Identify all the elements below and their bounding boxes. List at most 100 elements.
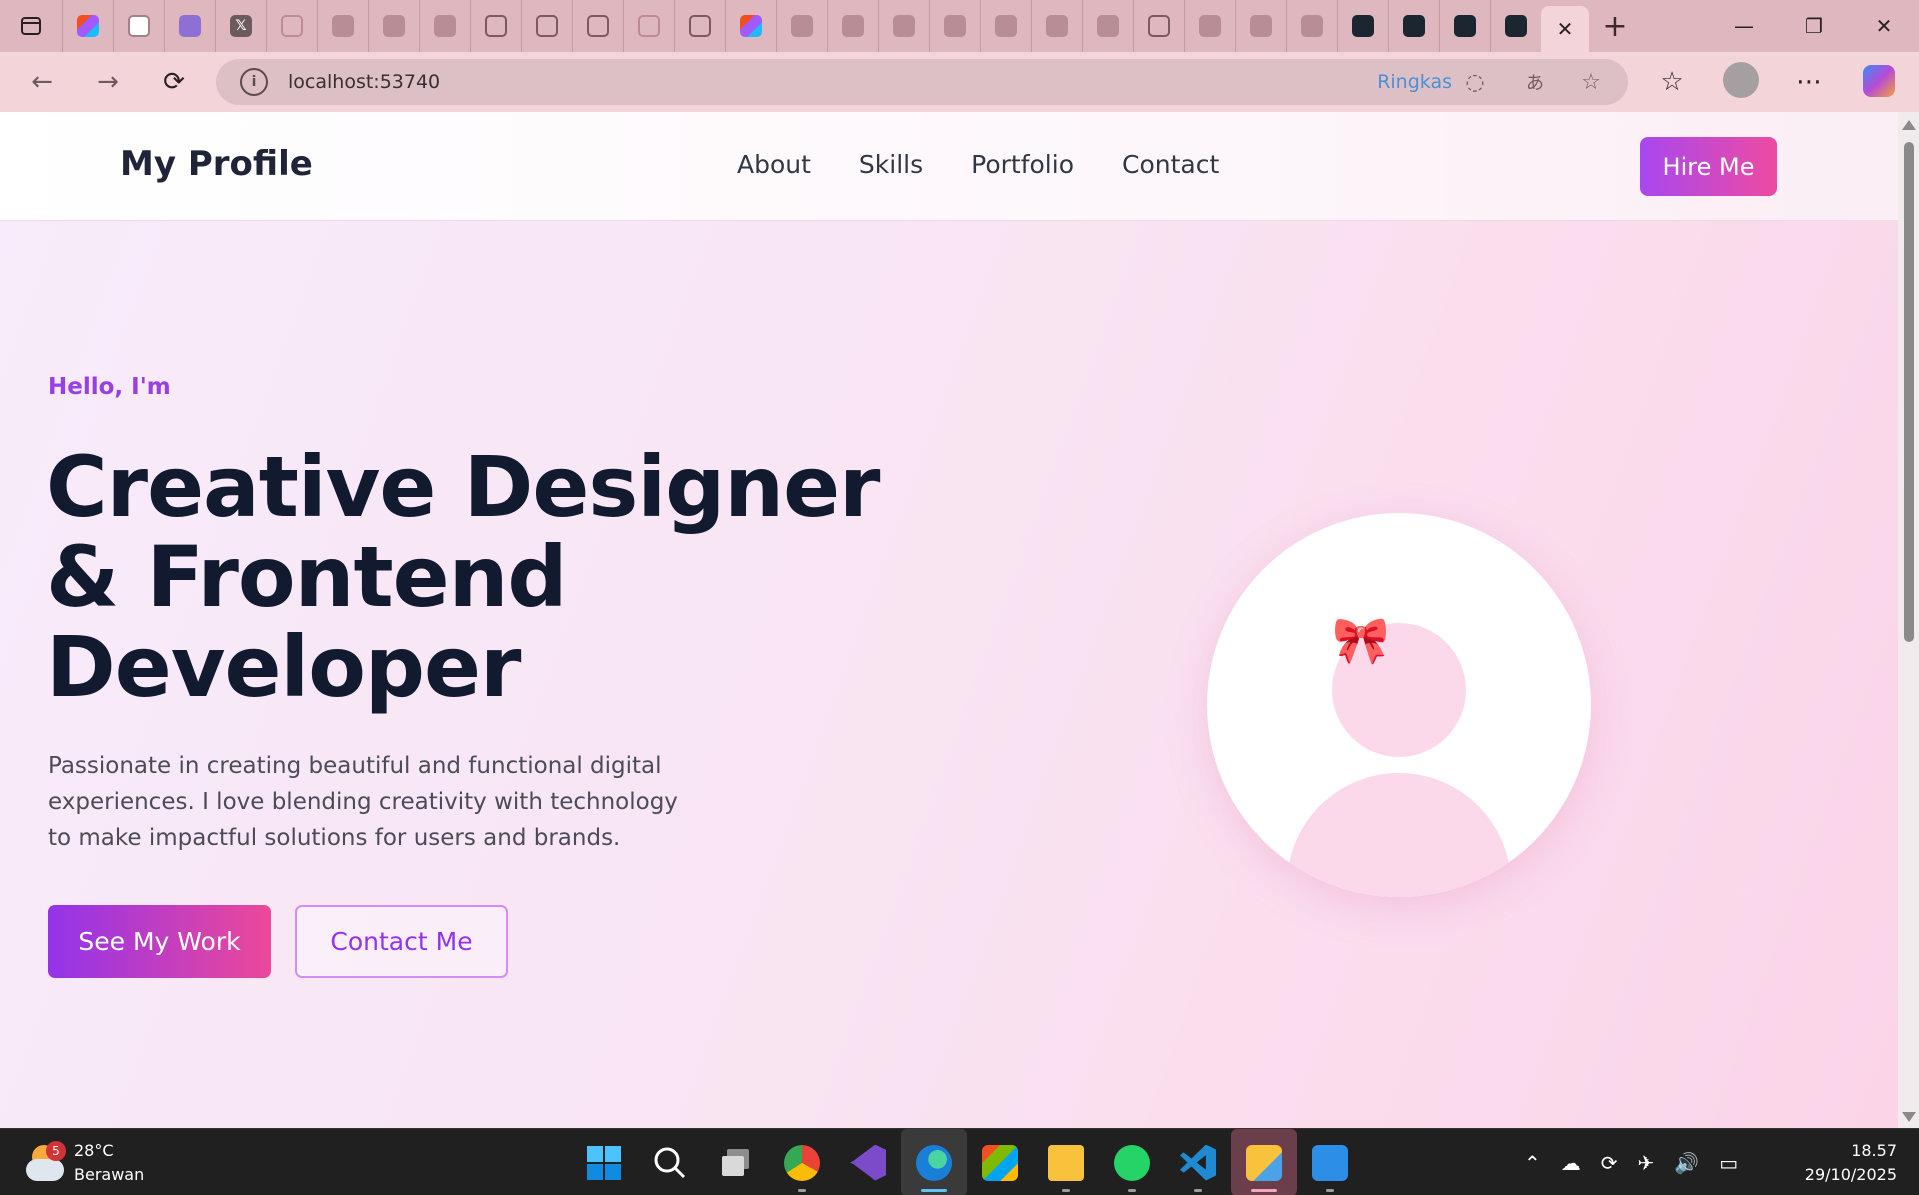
address-bar[interactable]: i localhost:53740 Ringkas ◌ あ ☆: [216, 59, 1628, 105]
sync-icon[interactable]: ⟳: [1601, 1151, 1618, 1175]
url-text: localhost:53740: [288, 71, 441, 93]
airplane-mode-icon[interactable]: ✈: [1638, 1151, 1655, 1175]
new-tab-button[interactable]: +: [1589, 0, 1641, 52]
nav-link-about[interactable]: About: [737, 150, 811, 179]
nav-link-portfolio[interactable]: Portfolio: [971, 150, 1074, 179]
browser-tab[interactable]: [1235, 0, 1286, 52]
browser-tab[interactable]: [572, 0, 623, 52]
page-scrollbar[interactable]: [1898, 112, 1919, 1128]
clock-time: 18.57: [1851, 1141, 1897, 1160]
translate-icon[interactable]: あ: [1522, 69, 1548, 95]
taskbar-store[interactable]: [967, 1129, 1033, 1195]
globe-icon: [1148, 15, 1170, 37]
taskbar-whatsapp[interactable]: [1099, 1129, 1165, 1195]
browser-tab[interactable]: [725, 0, 776, 52]
avatar-body: [1287, 773, 1511, 897]
browser-tab[interactable]: [317, 0, 368, 52]
browser-tab[interactable]: [1337, 0, 1388, 52]
browser-tab[interactable]: [113, 0, 164, 52]
browser-tab[interactable]: [1082, 0, 1133, 52]
site-brand[interactable]: My Profile: [120, 144, 313, 184]
reload-button[interactable]: ⟳: [152, 60, 196, 104]
favorites-icon[interactable]: ☆: [1650, 60, 1694, 104]
taskbar-apps: [571, 1129, 1363, 1195]
close-tab-icon[interactable]: ✕: [1557, 17, 1574, 41]
browser-tab[interactable]: [1031, 0, 1082, 52]
browser-tab[interactable]: [1184, 0, 1235, 52]
taskbar-visual-studio[interactable]: [835, 1129, 901, 1195]
nav-link-contact[interactable]: Contact: [1122, 150, 1219, 179]
browser-tab[interactable]: [1286, 0, 1337, 52]
back-button[interactable]: ←: [20, 60, 64, 104]
taskbar-edge[interactable]: [901, 1129, 967, 1195]
tab-active[interactable]: ✕: [1541, 6, 1589, 52]
site-info-icon[interactable]: i: [240, 68, 268, 96]
browser-tab[interactable]: 𝕏: [215, 0, 266, 52]
profile-avatar-icon[interactable]: [1723, 62, 1759, 98]
forward-button[interactable]: →: [86, 60, 130, 104]
tab-actions-button[interactable]: [0, 0, 62, 52]
volume-icon[interactable]: 🔊: [1674, 1151, 1699, 1175]
scroll-up-icon[interactable]: [1902, 120, 1916, 130]
taskbar-clock[interactable]: 18.57 29/10/2025: [1805, 1139, 1897, 1187]
browser-tab[interactable]: [623, 0, 674, 52]
browser-tab[interactable]: [62, 0, 113, 52]
scroll-down-icon[interactable]: [1902, 1112, 1916, 1122]
contact-me-button[interactable]: Contact Me: [295, 905, 508, 978]
battery-icon[interactable]: ▭: [1719, 1151, 1738, 1175]
browser-tab[interactable]: [929, 0, 980, 52]
weather-condition: Berawan: [74, 1165, 145, 1184]
github-icon: [128, 15, 150, 37]
browser-tab[interactable]: [266, 0, 317, 52]
close-window-button[interactable]: ✕: [1849, 0, 1919, 52]
hero-headline-line-2: & Frontend: [46, 528, 568, 626]
taskbar-paint[interactable]: [1297, 1129, 1363, 1195]
ringkas-label[interactable]: Ringkas: [1377, 71, 1452, 93]
react-icon: [842, 15, 864, 37]
browser-tab[interactable]: [1388, 0, 1439, 52]
browser-tab[interactable]: [980, 0, 1031, 52]
taskbar-snipping[interactable]: [1231, 1129, 1297, 1195]
browser-tab[interactable]: [368, 0, 419, 52]
browser-tab[interactable]: [1439, 0, 1490, 52]
search-button[interactable]: [637, 1129, 703, 1195]
restore-button[interactable]: ❐: [1779, 0, 1849, 52]
react-icon: [434, 15, 456, 37]
react-dark-icon: [1454, 15, 1476, 37]
favorite-star-icon[interactable]: ☆: [1578, 69, 1604, 95]
browser-tab[interactable]: [419, 0, 470, 52]
whatsapp-icon: [1114, 1144, 1150, 1181]
browser-tab[interactable]: [521, 0, 572, 52]
react-icon: [1250, 15, 1272, 37]
tray-chevron-up-icon[interactable]: ⌃: [1524, 1151, 1541, 1175]
browser-tab[interactable]: [878, 0, 929, 52]
react-icon: [1046, 15, 1068, 37]
browser-tab[interactable]: [1133, 0, 1184, 52]
weather-cloud-sun-icon: 5: [24, 1141, 66, 1183]
browser-tab[interactable]: [164, 0, 215, 52]
browser-tab[interactable]: [827, 0, 878, 52]
see-my-work-button[interactable]: See My Work: [48, 905, 271, 978]
nav-link-skills[interactable]: Skills: [859, 150, 923, 179]
react-dark-icon: [1352, 15, 1374, 37]
minimize-button[interactable]: —: [1709, 0, 1779, 52]
weather-widget[interactable]: 5 28°C Berawan: [24, 1139, 144, 1187]
taskbar-file-explorer[interactable]: [1033, 1129, 1099, 1195]
more-options-icon[interactable]: ⋯: [1787, 60, 1831, 104]
taskbar-chrome[interactable]: [769, 1129, 835, 1195]
scroll-thumb[interactable]: [1904, 142, 1914, 642]
task-view-button[interactable]: [703, 1129, 769, 1195]
browser-tab[interactable]: [776, 0, 827, 52]
chatgpt-icon: [638, 15, 660, 37]
onedrive-cloud-icon[interactable]: ☁: [1561, 1151, 1581, 1175]
copilot-summary-icon[interactable]: ◌: [1462, 69, 1488, 95]
weather-badge: 5: [46, 1141, 66, 1161]
browser-tab[interactable]: [1490, 0, 1541, 52]
task-view-icon: [722, 1148, 749, 1176]
copilot-icon[interactable]: [1863, 65, 1895, 97]
browser-tab[interactable]: [470, 0, 521, 52]
hire-me-button[interactable]: Hire Me: [1640, 137, 1777, 196]
taskbar-vscode[interactable]: [1165, 1129, 1231, 1195]
browser-tab[interactable]: [674, 0, 725, 52]
start-button[interactable]: [571, 1129, 637, 1195]
